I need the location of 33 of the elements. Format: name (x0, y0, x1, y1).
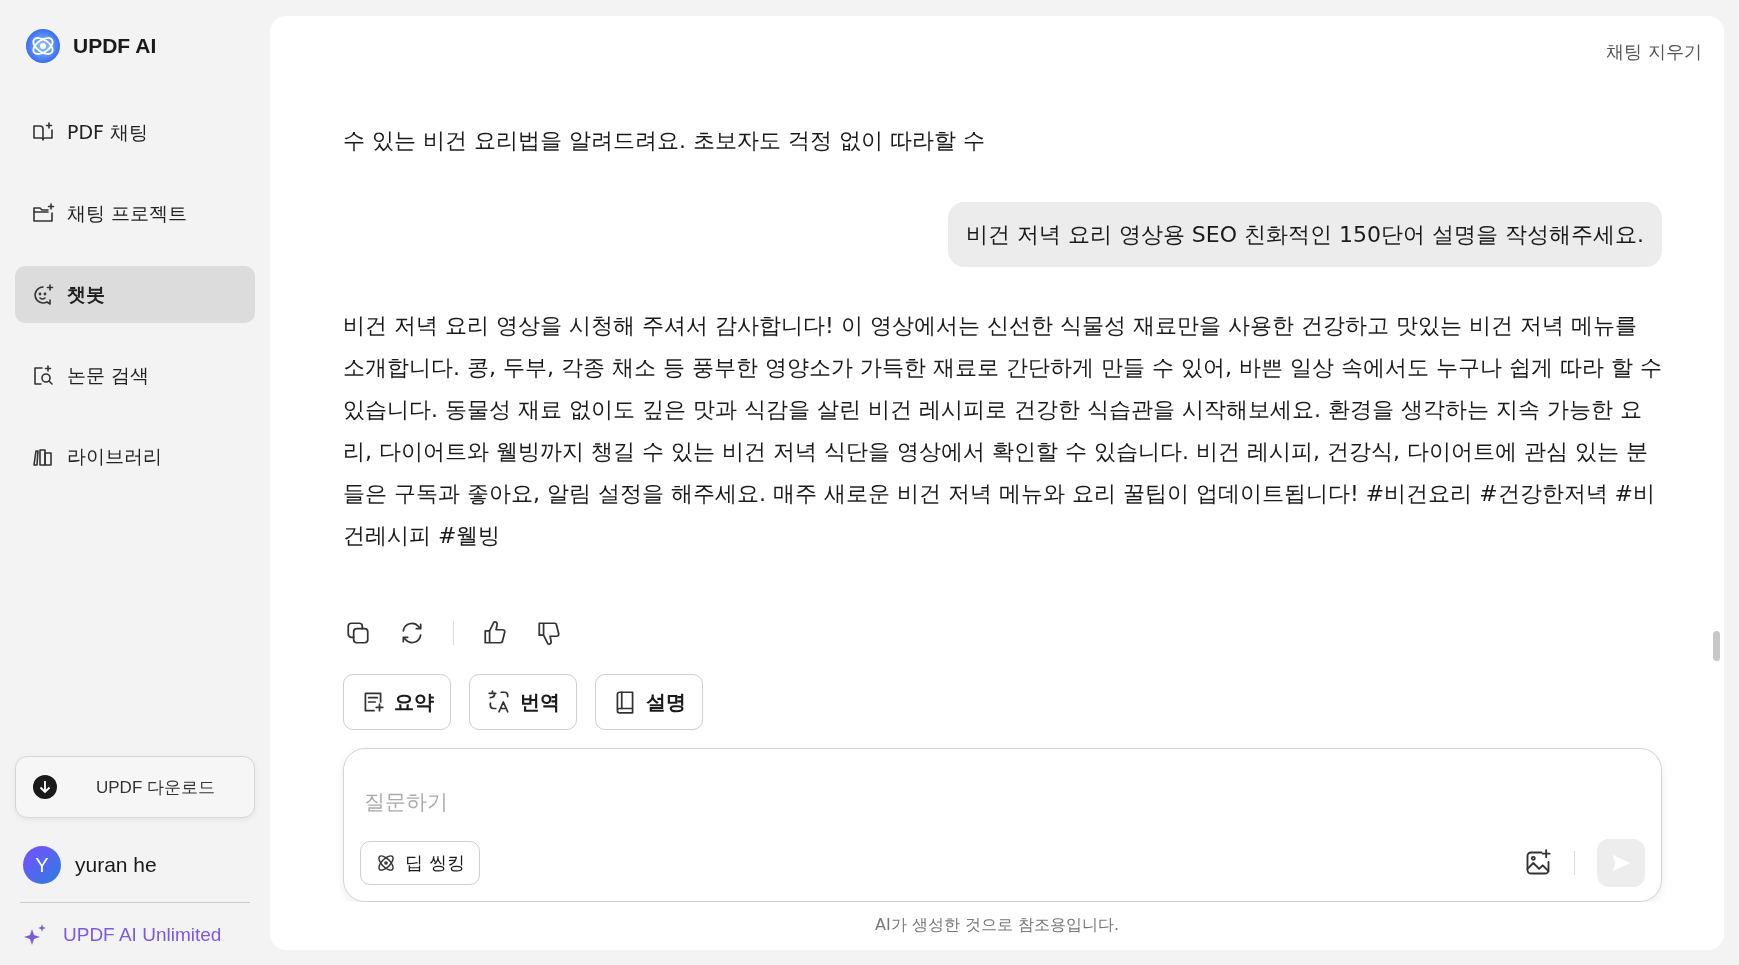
user-name: yuran he (75, 853, 157, 877)
copy-icon[interactable] (345, 620, 371, 646)
thumbs-down-icon[interactable] (536, 620, 562, 646)
assistant-message: 수 있는 비건 요리법을 알려드려요. 초보자도 걱정 없이 따라할 수 (343, 127, 986, 155)
app-title: UPDF AI (73, 34, 157, 58)
atom-icon (375, 852, 397, 874)
sidebar-item[interactable]: 챗봇 (15, 266, 255, 323)
thumbs-up-icon[interactable] (482, 620, 508, 646)
download-button[interactable]: UPDF 다운로드 (15, 756, 255, 818)
user-message-bubble: 비건 저녁 요리 영상용 SEO 친화적인 150단어 설명을 작성해주세요. (947, 202, 1662, 267)
regenerate-icon[interactable] (399, 620, 425, 646)
assistant-message: 비건 저녁 요리 영상을 시청해 주셔서 감사합니다! 이 영상에서는 신선한 식물성 재료만을 사용한 건강하고 맛있는 비건 저녁 메뉴를 소개합니다. 콩, 두부, 각종 채소 등 풍부한 영양소가 가득한 재료로 간단하게 만들 수 있어, 바쁜 일상 속에서도 누구나 쉽게 따라 할 수 있습니다. 동물성 재료 없이도 깊은 맛과 식감을 살린 비건 레시피로 건강한 식습관을 시작해보세요. 환경을 생각하는 지속 가능한 요리, 다이어트와 웰빙까지 챙길 수 있는 비건 저녁 식단을 영상에서 확인할 수 있습니다. 비건 레시피, 건강식, 다이어트에 관심 있는 분들은 구독과 좋아요, 알림 설정을 해주세요. 매주 새로운 비건 저녁 메뉴와 요리 꿀팁이 업데이트됩니다! #비건요리 #건강한저녁 #비건레시피 #웰빙 (343, 312, 1662, 550)
quick-action-button[interactable]: 설명 (595, 674, 703, 730)
download-icon (32, 774, 58, 800)
clear-chat-button[interactable]: 채팅 지우기 (1606, 40, 1702, 62)
sidebar-item[interactable]: 논문 검색 (15, 347, 255, 404)
logo-icon (25, 28, 61, 64)
quick-action-button[interactable]: 요약 (343, 674, 451, 730)
sidebar-item[interactable]: 채팅 프로젝트 (15, 185, 255, 242)
disclaimer-text: AI가 생성한 것으로 참조용입니다. (874, 914, 1120, 936)
quick-action-button[interactable]: 번역 (469, 674, 577, 730)
image-upload-icon[interactable] (1524, 849, 1552, 877)
translate-icon (486, 689, 512, 715)
deep-thinking-button[interactable]: 딥 씽킹 (360, 841, 480, 885)
question-field[interactable]: 질문하기 딥 씽킹 (343, 748, 1662, 902)
sidebar-item[interactable]: PDF 채팅 (15, 104, 255, 161)
plan-link[interactable]: UPDF AI Unlimited (15, 923, 255, 947)
smiley-chat-icon (31, 282, 55, 307)
sparkle-icon (23, 923, 47, 947)
sidebar-item[interactable]: 라이브러리 (15, 428, 255, 485)
scrollbar[interactable] (1713, 631, 1720, 661)
user-avatar[interactable]: Y (23, 846, 61, 884)
document-search-icon (31, 363, 55, 388)
